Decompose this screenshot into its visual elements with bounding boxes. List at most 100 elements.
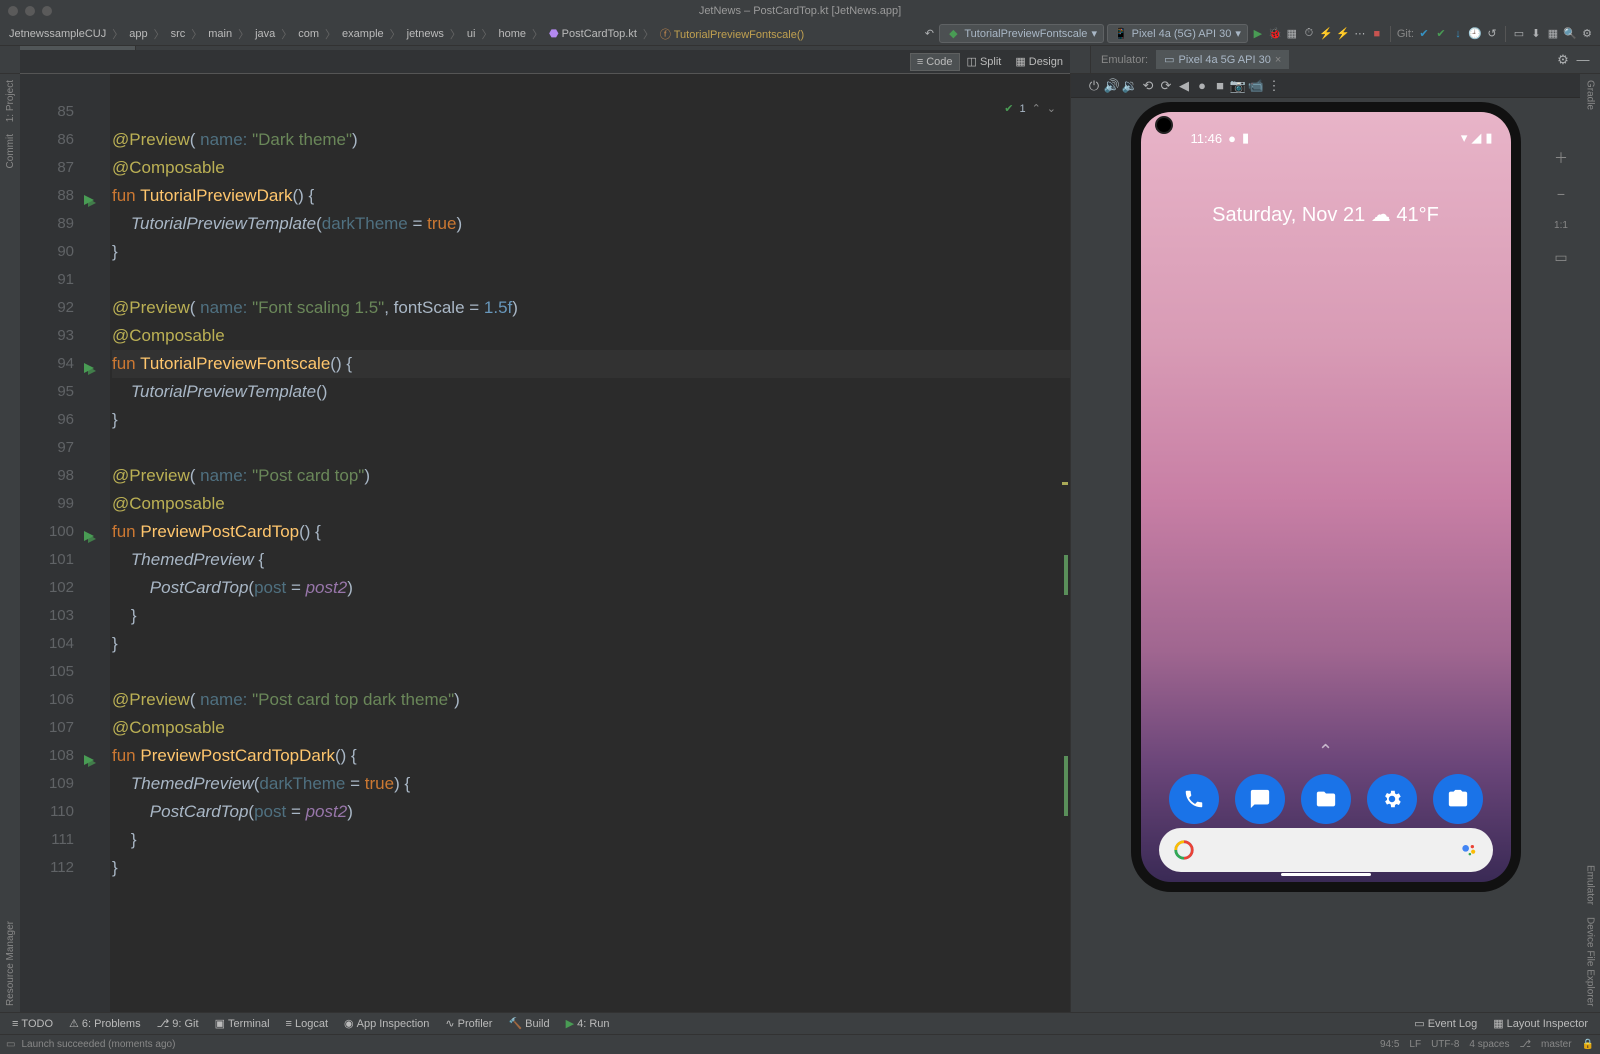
strip-project[interactable]: 1: Project bbox=[3, 74, 18, 128]
tool-build[interactable]: 🔨Build bbox=[500, 1017, 557, 1030]
line-ending[interactable]: LF bbox=[1409, 1039, 1421, 1050]
indent[interactable]: 4 spaces bbox=[1469, 1039, 1509, 1050]
resource-manager-icon[interactable]: ▦ bbox=[1546, 27, 1560, 41]
tool-problems[interactable]: ⚠6: Problems bbox=[61, 1017, 149, 1030]
more-icon[interactable]: ⋮ bbox=[1267, 79, 1281, 93]
minimize-dot[interactable] bbox=[25, 6, 35, 16]
record-icon[interactable]: 📹 bbox=[1249, 79, 1263, 93]
zoom-out-icon[interactable]: − bbox=[1554, 186, 1568, 202]
tool-layoutinspector[interactable]: ▦Layout Inspector bbox=[1485, 1017, 1596, 1030]
home-icon[interactable]: ● bbox=[1195, 79, 1209, 93]
gutter-run-icon[interactable] bbox=[82, 749, 96, 763]
zoom-11[interactable]: 1:1 bbox=[1554, 220, 1568, 231]
close-icon[interactable]: × bbox=[1275, 54, 1281, 66]
back-icon[interactable]: ◀ bbox=[1177, 79, 1191, 93]
tool-run[interactable]: ▶4: Run bbox=[558, 1017, 618, 1030]
breadcrumb-item[interactable]: app bbox=[126, 28, 150, 40]
phone-weather[interactable]: Saturday, Nov 21 ☁ 41°F bbox=[1141, 202, 1511, 227]
breadcrumb-item[interactable]: home bbox=[495, 28, 529, 40]
rotate-right-icon[interactable]: ⟳ bbox=[1159, 79, 1173, 93]
attach-icon[interactable]: ⋯ bbox=[1353, 27, 1367, 41]
mode-design[interactable]: ▦Design bbox=[1008, 52, 1070, 71]
chevron-up-icon[interactable]: ⌃ bbox=[1032, 102, 1041, 115]
tool-appinspection[interactable]: ◉App Inspection bbox=[336, 1017, 437, 1030]
mode-split[interactable]: ◫Split bbox=[960, 52, 1009, 71]
git-push-icon[interactable]: ✔ bbox=[1434, 27, 1448, 41]
status-icon[interactable]: ▭ bbox=[6, 1039, 15, 1050]
marker-strip[interactable] bbox=[1060, 98, 1070, 1012]
strip-emulator[interactable]: Emulator bbox=[1583, 859, 1598, 911]
zoom-fit-icon[interactable]: ▭ bbox=[1554, 249, 1568, 266]
tool-git[interactable]: ⎇9: Git bbox=[149, 1017, 207, 1030]
git-history-icon[interactable]: 🕘 bbox=[1468, 27, 1482, 41]
breadcrumb-item[interactable]: jetnews bbox=[404, 28, 447, 40]
phone-nav[interactable] bbox=[1141, 873, 1511, 882]
gutter-run-icon[interactable] bbox=[82, 357, 96, 371]
chevron-down-icon[interactable]: ⌄ bbox=[1047, 102, 1056, 115]
volume-up-icon[interactable]: 🔊 bbox=[1105, 79, 1119, 93]
breadcrumb-item[interactable]: src bbox=[168, 28, 189, 40]
gutter-run-icon[interactable] bbox=[82, 189, 96, 203]
apply-code-icon[interactable]: ⚡ bbox=[1336, 27, 1350, 41]
search-icon[interactable]: 🔍 bbox=[1563, 27, 1577, 41]
zoom-in-icon[interactable]: ＋ bbox=[1554, 148, 1568, 168]
zoom-dot[interactable] bbox=[42, 6, 52, 16]
tool-profiler[interactable]: ∿Profiler bbox=[437, 1017, 500, 1030]
stop-icon[interactable]: ■ bbox=[1370, 27, 1384, 41]
caret-pos[interactable]: 94:5 bbox=[1380, 1039, 1399, 1050]
breadcrumb-item[interactable]: com bbox=[295, 28, 322, 40]
avd-manager-icon[interactable]: ▭ bbox=[1512, 27, 1526, 41]
git-rollback-icon[interactable]: ↺ bbox=[1485, 27, 1499, 41]
phone-search-bar[interactable] bbox=[1159, 828, 1493, 872]
breadcrumb-function[interactable]: ⓕ TutorialPreviewFontscale() bbox=[657, 26, 807, 42]
rotate-left-icon[interactable]: ⟲ bbox=[1141, 79, 1155, 93]
breadcrumb-item[interactable]: example bbox=[339, 28, 387, 40]
dock-settings[interactable] bbox=[1367, 774, 1417, 824]
dock-camera[interactable] bbox=[1433, 774, 1483, 824]
close-dot[interactable] bbox=[8, 6, 18, 16]
lock-icon[interactable]: 🔒 bbox=[1582, 1039, 1594, 1050]
breadcrumb-item[interactable]: JetnewssampleCUJ bbox=[6, 28, 109, 40]
settings-icon[interactable]: ⚙ bbox=[1580, 27, 1594, 41]
device-dropdown[interactable]: 📱 Pixel 4a (5G) API 30 ▾ bbox=[1107, 24, 1248, 43]
git-commit-icon[interactable]: ✔ bbox=[1417, 27, 1431, 41]
tool-todo[interactable]: ≡TODO bbox=[4, 1018, 61, 1030]
breadcrumb-item[interactable]: main bbox=[205, 28, 235, 40]
git-pull-icon[interactable]: ↓ bbox=[1451, 27, 1465, 41]
breadcrumb-item[interactable]: ui bbox=[464, 28, 479, 40]
dock-messages[interactable] bbox=[1235, 774, 1285, 824]
code-editor[interactable]: @Preview( name: "Dark theme")@Composable… bbox=[110, 98, 1070, 882]
phone-screen[interactable]: 11:46 ● ▮ ▾ ◢ ▮ Saturday, Nov 21 ☁ bbox=[1141, 112, 1511, 882]
debug-icon[interactable]: 🐞 bbox=[1268, 27, 1282, 41]
breadcrumb-file[interactable]: ⬣ PostCardTop.kt bbox=[546, 27, 640, 40]
profile-icon[interactable]: ⏱ bbox=[1302, 27, 1316, 41]
minimize-icon[interactable]: — bbox=[1576, 53, 1590, 67]
gear-icon[interactable]: ⚙ bbox=[1556, 53, 1570, 67]
run-config-dropdown[interactable]: ◆ TutorialPreviewFontscale ▾ bbox=[939, 24, 1104, 43]
strip-device-explorer[interactable]: Device File Explorer bbox=[1583, 911, 1598, 1012]
tool-terminal[interactable]: ▣Terminal bbox=[207, 1017, 278, 1030]
tool-eventlog[interactable]: ▭Event Log bbox=[1406, 1017, 1485, 1030]
strip-resource-manager[interactable]: Resource Manager bbox=[3, 915, 18, 1012]
overview-icon[interactable]: ■ bbox=[1213, 79, 1227, 93]
volume-down-icon[interactable]: 🔉 bbox=[1123, 79, 1137, 93]
screenshot-icon[interactable]: 📷 bbox=[1231, 79, 1245, 93]
apply-changes-icon[interactable]: ⚡ bbox=[1319, 27, 1333, 41]
sdk-manager-icon[interactable]: ⬇ bbox=[1529, 27, 1543, 41]
window-controls[interactable] bbox=[8, 6, 52, 16]
run-icon[interactable]: ▶ bbox=[1251, 27, 1265, 41]
nav-back-icon[interactable]: ↶ bbox=[922, 27, 936, 41]
breadcrumb-item[interactable]: java bbox=[252, 28, 278, 40]
tool-logcat[interactable]: ≡Logcat bbox=[278, 1018, 336, 1030]
gutter-run-icon[interactable] bbox=[82, 525, 96, 539]
inspection-indicator[interactable]: ✔ 1 ⌃ ⌄ bbox=[1004, 102, 1056, 115]
strip-commit[interactable]: Commit bbox=[3, 128, 18, 174]
git-branch[interactable]: master bbox=[1541, 1039, 1572, 1050]
coverage-icon[interactable]: ▦ bbox=[1285, 27, 1299, 41]
emulator-tab[interactable]: ▭ Pixel 4a 5G API 30 × bbox=[1156, 50, 1289, 69]
dock-files[interactable] bbox=[1301, 774, 1351, 824]
power-icon[interactable]: ⏻ bbox=[1087, 79, 1101, 93]
strip-gradle[interactable]: Gradle bbox=[1583, 74, 1598, 116]
encoding[interactable]: UTF-8 bbox=[1431, 1039, 1459, 1050]
dock-phone[interactable] bbox=[1169, 774, 1219, 824]
